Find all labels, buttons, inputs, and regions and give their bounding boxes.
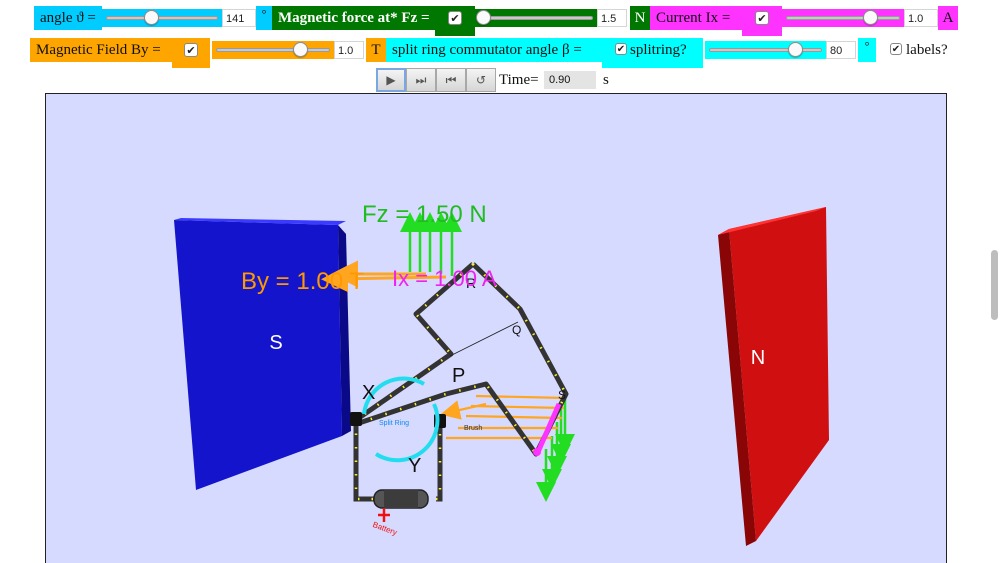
current-slider-track	[786, 16, 900, 20]
field-checkbox-wrap: ✔	[172, 38, 210, 68]
current-checkbox[interactable]: ✔	[755, 11, 769, 25]
step-back-button[interactable]: ⏮	[436, 68, 466, 92]
south-pole-label: S	[269, 332, 282, 354]
force-checkbox[interactable]: ✔	[448, 11, 462, 25]
time-unit: s	[603, 72, 609, 88]
splitring-checkbox[interactable]: ✔	[615, 43, 627, 55]
current-slider[interactable]	[782, 9, 904, 27]
force-slider-thumb[interactable]	[476, 10, 491, 25]
current-value-field[interactable]: 1.0	[904, 9, 938, 27]
playback-controls: ▶ ⏭ ⏮ ↺ Time= 0.90 s	[0, 68, 1000, 92]
point-x-label: X	[362, 382, 375, 404]
labels-label: labels?	[906, 42, 948, 58]
field-slider-thumb[interactable]	[292, 42, 308, 57]
brush-contact-left	[350, 412, 362, 426]
angle-slider[interactable]	[102, 9, 222, 27]
current-checkbox-wrap: ✔	[742, 6, 782, 36]
angle-value-field[interactable]: 141	[222, 9, 256, 27]
angle-label: angle ϑ =	[34, 6, 102, 30]
ix-label: Ix = 1.00 A	[392, 266, 497, 291]
play-button[interactable]: ▶	[376, 68, 406, 92]
time-label: Time=	[499, 72, 539, 88]
scene-svg: S N Battery Split Ring Brush X Y P Q R S…	[174, 201, 829, 546]
battery-plus-icon	[378, 508, 390, 522]
ring-value-field[interactable]: 80	[826, 41, 856, 59]
point-s-label: S	[558, 388, 566, 402]
pq-guide-line	[449, 321, 519, 357]
field-checkbox[interactable]: ✔	[184, 43, 198, 57]
ring-slider-track	[709, 48, 822, 52]
magnetic-force-label: Magnetic force at* Fz =	[272, 6, 435, 30]
battery	[373, 489, 429, 509]
splitring-toggle[interactable]: ✔ splitring?	[602, 38, 703, 68]
splitring-label: splitring?	[630, 42, 687, 58]
south-magnet	[174, 218, 351, 490]
current-endpoint	[533, 448, 541, 456]
field-value-field[interactable]: 1.0	[334, 41, 364, 59]
force-checkbox-wrap: ✔	[435, 6, 475, 36]
ring-unit: °	[858, 38, 876, 62]
angle-unit: °	[256, 6, 272, 30]
brush-label: Brush	[464, 425, 482, 432]
point-q-label: Q	[512, 323, 521, 337]
fz-label: Fz = 1.50 N	[362, 201, 487, 228]
current-unit: A	[938, 6, 958, 30]
time-value-field: 0.90	[544, 71, 596, 89]
angle-slider-track	[106, 16, 218, 20]
simulation-canvas[interactable]: S N Battery Split Ring Brush X Y P Q R S…	[45, 93, 947, 563]
labels-checkbox[interactable]: ✔	[890, 43, 902, 55]
force-value-field[interactable]: 1.5	[597, 9, 627, 27]
labels-toggle[interactable]: ✔ labels?	[888, 38, 958, 62]
step-forward-icon: ⏭	[415, 73, 427, 87]
force-unit: N	[630, 6, 650, 30]
split-ring-label: Split Ring	[379, 420, 409, 427]
play-icon: ▶	[386, 73, 396, 87]
field-slider[interactable]	[212, 41, 334, 59]
by-label: By = 1.00 T	[241, 268, 364, 295]
reset-button[interactable]: ↺	[466, 68, 496, 92]
force-slider[interactable]	[475, 9, 597, 27]
toolbar-row-1: angle ϑ = 141 ° Magnetic force at* Fz = …	[0, 6, 1000, 36]
force-slider-track	[479, 16, 593, 20]
point-y-label: Y	[408, 455, 421, 477]
split-ring-angle-label: split ring commutator angle β =	[386, 38, 602, 62]
reset-icon: ↺	[475, 73, 487, 87]
ring-slider-thumb[interactable]	[787, 42, 803, 57]
magnetic-field-label: Magnetic Field By =	[30, 38, 172, 62]
battery-label: Battery	[371, 520, 398, 537]
field-slider-track	[216, 48, 330, 52]
north-magnet	[718, 207, 829, 546]
step-forward-button[interactable]: ⏭	[406, 68, 436, 92]
split-ring-angle-slider[interactable]	[705, 41, 826, 59]
vertical-scrollbar[interactable]	[991, 250, 998, 320]
point-p-label: P	[452, 365, 465, 387]
current-slider-thumb[interactable]	[862, 10, 878, 25]
toolbar-row-2: Magnetic Field By = ✔ 1.0 T split ring c…	[0, 38, 1000, 68]
step-back-icon: ⏮	[445, 73, 457, 87]
field-unit: T	[366, 38, 386, 62]
current-label: Current Ix =	[650, 6, 742, 30]
north-pole-label: N	[751, 347, 765, 369]
angle-slider-thumb[interactable]	[143, 10, 159, 25]
